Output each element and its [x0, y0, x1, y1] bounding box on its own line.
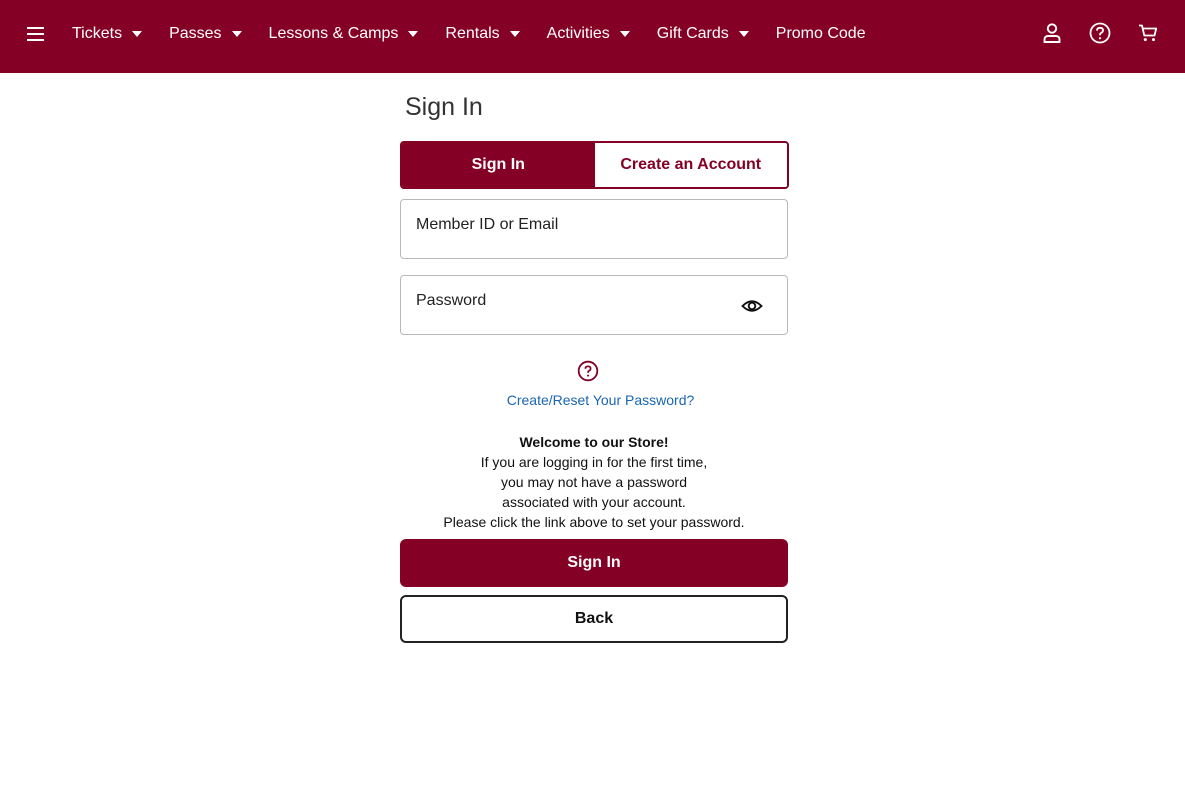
- caret-down-icon: [509, 31, 520, 37]
- welcome-title: Welcome to our Store!: [519, 434, 669, 450]
- tab-create-account[interactable]: Create an Account: [594, 143, 787, 187]
- nav-item-activities[interactable]: Activities: [547, 25, 657, 43]
- welcome-line: If you are logging in for the first time…: [480, 454, 708, 470]
- tab-sign-in[interactable]: Sign In: [402, 143, 595, 187]
- menu-icon[interactable]: [26, 24, 46, 44]
- caret-down-icon: [231, 31, 242, 37]
- welcome-line: associated with your account.: [502, 494, 686, 510]
- password-help-icon: [577, 360, 599, 382]
- nav-item-tickets[interactable]: Tickets: [72, 25, 169, 43]
- caret-down-icon: [738, 31, 749, 37]
- nav-item-label: Promo Code: [775, 25, 866, 42]
- welcome-line: Please click the link above to set your …: [443, 514, 745, 530]
- nav-item-promo-code[interactable]: Promo Code: [776, 25, 866, 43]
- password-input[interactable]: [416, 272, 736, 330]
- nav-item-passes[interactable]: Passes: [169, 25, 268, 43]
- help-icon[interactable]: [1089, 21, 1111, 45]
- nav-item-rentals[interactable]: Rentals: [445, 25, 546, 43]
- cart-icon[interactable]: [1137, 21, 1159, 45]
- show-password-eye-icon[interactable]: [741, 295, 763, 317]
- nav-item-label: Tickets: [72, 25, 123, 42]
- sign-in-button[interactable]: Sign In: [400, 539, 788, 587]
- header-actions: [1041, 21, 1159, 45]
- password-field: [400, 272, 788, 335]
- top-navigation-bar: Tickets Passes Lessons & Camps Rentals A…: [0, 0, 1185, 73]
- nav-item-label: Gift Cards: [656, 25, 729, 42]
- member-id-email-input[interactable]: [416, 196, 736, 254]
- caret-down-icon: [408, 31, 419, 37]
- create-reset-password-link[interactable]: Create/Reset Your Password?: [400, 392, 801, 408]
- caret-down-icon: [619, 31, 630, 37]
- welcome-line: you may not have a password: [501, 474, 687, 490]
- back-button[interactable]: Back: [400, 595, 788, 643]
- nav-item-label: Passes: [169, 25, 222, 42]
- page-title: Sign In: [405, 93, 483, 121]
- nav-item-label: Lessons & Camps: [268, 25, 399, 42]
- welcome-message: Welcome to our Store! If you are logging…: [400, 432, 788, 532]
- account-icon[interactable]: [1041, 21, 1063, 45]
- main-nav: Tickets Passes Lessons & Camps Rentals A…: [72, 0, 866, 68]
- nav-item-lessons-camps[interactable]: Lessons & Camps: [269, 25, 446, 43]
- auth-tabs: Sign In Create an Account: [400, 141, 789, 189]
- caret-down-icon: [132, 31, 143, 37]
- nav-item-label: Rentals: [445, 25, 500, 42]
- nav-item-gift-cards[interactable]: Gift Cards: [657, 25, 776, 43]
- member-id-email-field: [400, 196, 788, 259]
- nav-item-label: Activities: [546, 25, 610, 42]
